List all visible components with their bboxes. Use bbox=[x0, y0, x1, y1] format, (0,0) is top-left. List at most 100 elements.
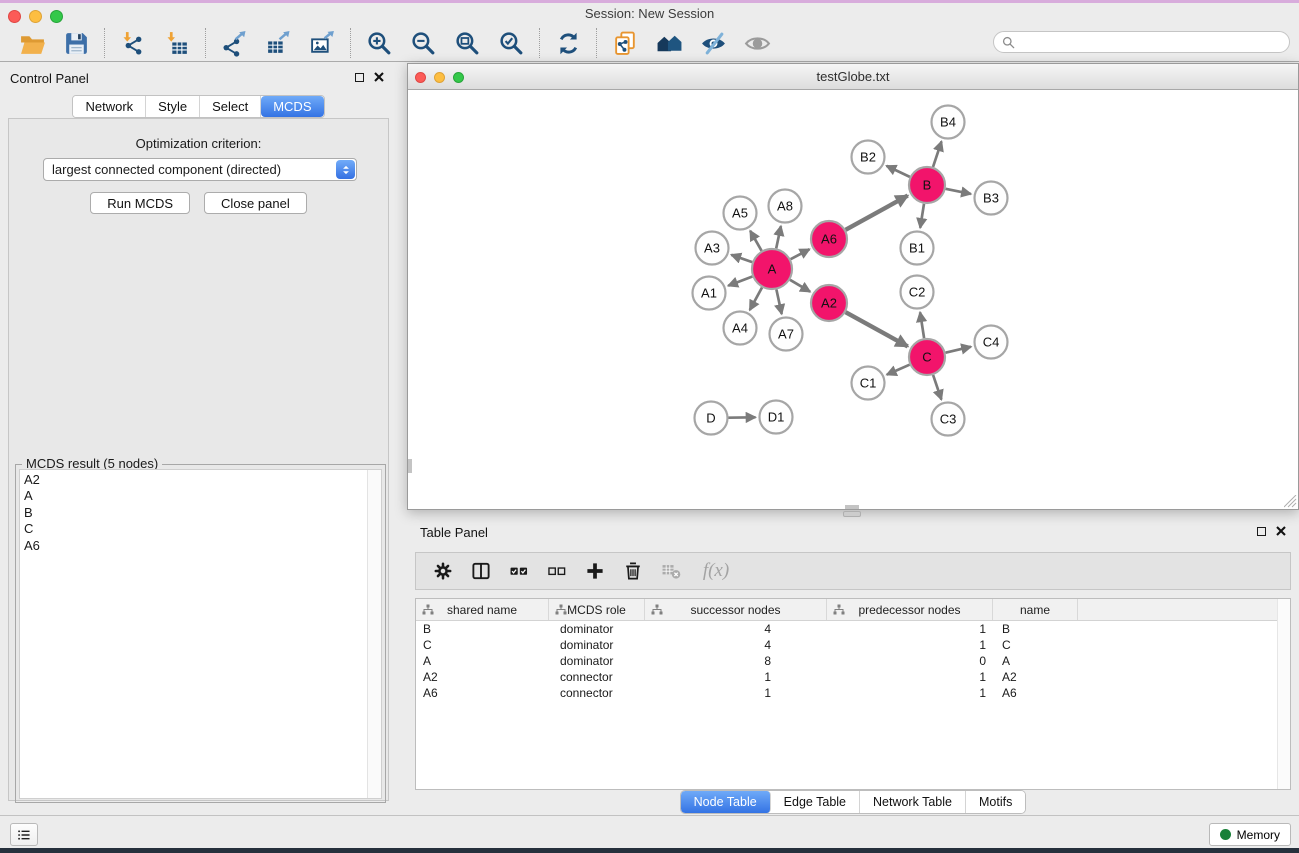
graph-node-D1[interactable]: D1 bbox=[760, 401, 793, 434]
tab-motifs[interactable]: Motifs bbox=[966, 791, 1025, 813]
table-cell[interactable]: 1 bbox=[827, 622, 993, 636]
table-cell[interactable]: A6 bbox=[993, 686, 1078, 700]
tab-node-table[interactable]: Node Table bbox=[681, 791, 771, 813]
graph-edge-A-A5[interactable] bbox=[750, 231, 761, 251]
graph-edge-C-C4[interactable] bbox=[946, 347, 972, 353]
mcds-result-item[interactable]: A bbox=[20, 488, 381, 504]
columns-button[interactable] bbox=[464, 556, 497, 586]
graph-node-B2[interactable]: B2 bbox=[852, 141, 885, 174]
graph-node-C[interactable]: C bbox=[909, 339, 945, 375]
table-row[interactable]: Adominator80A bbox=[416, 653, 1290, 669]
open-session-button[interactable] bbox=[10, 27, 54, 59]
table-cell[interactable]: dominator bbox=[549, 654, 645, 668]
graph-edge-A-A6[interactable] bbox=[791, 249, 810, 259]
close-panel-button[interactable]: Close panel bbox=[204, 192, 307, 214]
graph-edge-B-B1[interactable] bbox=[920, 204, 924, 228]
graph-edge-B-B4[interactable] bbox=[933, 141, 942, 167]
graph-node-A7[interactable]: A7 bbox=[770, 318, 803, 351]
table-cell[interactable]: A6 bbox=[416, 686, 549, 700]
table-cell[interactable]: connector bbox=[549, 686, 645, 700]
network-zoom-traffic-light[interactable] bbox=[453, 72, 464, 83]
table-cell[interactable]: A bbox=[993, 654, 1078, 668]
graph-edge-A-A8[interactable] bbox=[776, 226, 781, 248]
tab-style[interactable]: Style bbox=[146, 96, 200, 117]
delete-button[interactable] bbox=[616, 556, 649, 586]
column-header-successor-nodes[interactable]: successor nodes bbox=[645, 599, 827, 620]
settings-button[interactable] bbox=[426, 556, 459, 586]
float-table-panel-icon[interactable] bbox=[1257, 527, 1266, 536]
tab-mcds[interactable]: MCDS bbox=[261, 96, 323, 117]
refresh-button[interactable] bbox=[546, 27, 590, 59]
table-cell[interactable]: connector bbox=[549, 670, 645, 684]
graph-edge-B-B3[interactable] bbox=[946, 189, 971, 194]
export-network-button[interactable] bbox=[212, 27, 256, 59]
canvas-horizontal-scroll-thumb[interactable] bbox=[845, 505, 859, 509]
search-input[interactable] bbox=[1015, 35, 1289, 49]
table-cell[interactable]: 1 bbox=[645, 670, 827, 684]
graph-edge-B-B2[interactable] bbox=[887, 166, 910, 177]
graph-node-C1[interactable]: C1 bbox=[852, 367, 885, 400]
add-button[interactable] bbox=[578, 556, 611, 586]
graph-node-A4[interactable]: A4 bbox=[724, 312, 757, 345]
canvas-vertical-scroll-thumb[interactable] bbox=[408, 459, 412, 473]
graph-node-A[interactable]: A bbox=[752, 249, 792, 289]
clone-network-button[interactable] bbox=[603, 27, 647, 59]
graph-node-A8[interactable]: A8 bbox=[769, 190, 802, 223]
table-scrollbar[interactable] bbox=[1277, 599, 1290, 789]
export-image-button[interactable] bbox=[300, 27, 344, 59]
table-cell[interactable]: B bbox=[416, 622, 549, 636]
table-cell[interactable]: A bbox=[416, 654, 549, 668]
mcds-result-item[interactable]: B bbox=[20, 505, 381, 521]
tab-network[interactable]: Network bbox=[73, 96, 146, 117]
memory-button[interactable]: Memory bbox=[1209, 823, 1291, 846]
graph-node-B3[interactable]: B3 bbox=[975, 182, 1008, 215]
graph-edge-A-A3[interactable] bbox=[731, 255, 752, 262]
network-window-titlebar[interactable]: testGlobe.txt bbox=[408, 64, 1298, 90]
table-cell[interactable]: C bbox=[416, 638, 549, 652]
graph-node-C3[interactable]: C3 bbox=[932, 403, 965, 436]
select-all-button[interactable] bbox=[502, 556, 535, 586]
deselect-all-button[interactable] bbox=[540, 556, 573, 586]
graph-node-B1[interactable]: B1 bbox=[901, 232, 934, 265]
zoom-traffic-light[interactable] bbox=[50, 10, 63, 23]
table-cell[interactable]: 1 bbox=[827, 638, 993, 652]
table-cell[interactable]: 4 bbox=[645, 638, 827, 652]
zoom-out-button[interactable] bbox=[401, 27, 445, 59]
table-row[interactable]: Cdominator41C bbox=[416, 637, 1290, 653]
table-cell[interactable]: C bbox=[993, 638, 1078, 652]
graph-node-A1[interactable]: A1 bbox=[693, 277, 726, 310]
export-table-button[interactable] bbox=[256, 27, 300, 59]
result-list-scrollbar[interactable] bbox=[367, 470, 381, 798]
network-close-traffic-light[interactable] bbox=[415, 72, 426, 83]
column-header-predecessor-nodes[interactable]: predecessor nodes bbox=[827, 599, 993, 620]
panel-splitter-grip[interactable] bbox=[843, 511, 861, 517]
zoom-fit-button[interactable] bbox=[445, 27, 489, 59]
hide-details-button[interactable] bbox=[691, 27, 735, 59]
tab-select[interactable]: Select bbox=[200, 96, 261, 117]
tab-edge-table[interactable]: Edge Table bbox=[771, 791, 860, 813]
network-minimize-traffic-light[interactable] bbox=[434, 72, 445, 83]
close-traffic-light[interactable] bbox=[8, 10, 21, 23]
graph-edge-C-C1[interactable] bbox=[887, 365, 910, 375]
save-session-button[interactable] bbox=[54, 27, 98, 59]
graph-node-A5[interactable]: A5 bbox=[724, 197, 757, 230]
table-row[interactable]: Bdominator41B bbox=[416, 621, 1290, 637]
network-canvas[interactable]: B4B2BB3A5A8A3A6B1AA1C2A2A4A7C4CC1C3DD1 bbox=[408, 90, 1298, 509]
minimize-traffic-light[interactable] bbox=[29, 10, 42, 23]
table-cell[interactable]: 1 bbox=[827, 670, 993, 684]
tab-network-table[interactable]: Network Table bbox=[860, 791, 966, 813]
graph-edge-C-C2[interactable] bbox=[920, 312, 924, 338]
table-cell[interactable]: dominator bbox=[549, 622, 645, 636]
column-header-name[interactable]: name bbox=[993, 599, 1078, 620]
zoom-selected-button[interactable] bbox=[489, 27, 533, 59]
import-table-button[interactable] bbox=[155, 27, 199, 59]
home-panels-button[interactable] bbox=[647, 27, 691, 59]
graph-node-A6[interactable]: A6 bbox=[811, 221, 847, 257]
zoom-in-button[interactable] bbox=[357, 27, 401, 59]
graph-edge-A-A1[interactable] bbox=[728, 277, 752, 286]
graph-edge-C-C3[interactable] bbox=[933, 375, 941, 400]
graph-node-C4[interactable]: C4 bbox=[975, 326, 1008, 359]
table-cell[interactable]: 8 bbox=[645, 654, 827, 668]
table-row[interactable]: A6connector11A6 bbox=[416, 685, 1290, 701]
table-cell[interactable]: dominator bbox=[549, 638, 645, 652]
